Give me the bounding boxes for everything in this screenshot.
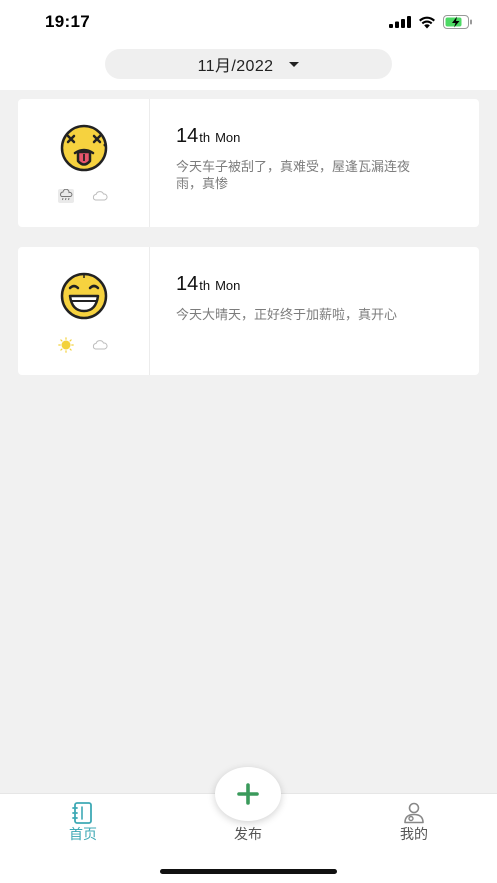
entry-day-suffix: th	[199, 130, 211, 145]
tab-mine[interactable]: 我的	[369, 794, 459, 854]
tab-home-label: 首页	[69, 827, 97, 843]
month-label: 11月/2022	[197, 58, 274, 75]
notebook-icon	[72, 802, 92, 824]
entry-content: 14 th Mon 今天大晴天，正好终于加薪啦，真开心	[176, 247, 479, 375]
entry-mood-panel	[18, 247, 150, 375]
entry-date: 14 th Mon	[176, 125, 240, 148]
grinning-emoji-icon	[60, 272, 108, 320]
entry-day-suffix: th	[199, 278, 211, 293]
entry-weekday: Mon	[215, 130, 241, 145]
publish-button[interactable]	[215, 767, 281, 821]
status-icons	[389, 13, 473, 31]
weather-row	[58, 337, 108, 353]
publish-label: 发布	[234, 827, 262, 843]
plus-icon	[237, 783, 259, 805]
diary-entry-card[interactable]: 14 th Mon 今天大晴天，正好终于加薪啦，真开心	[18, 247, 479, 375]
weather-row	[58, 189, 108, 203]
chevron-down-icon	[289, 61, 300, 67]
diary-entry-card[interactable]: 14 th Mon 今天车子被刮了，真难受，屋逢瓦漏连夜雨，真惨	[18, 99, 479, 227]
entry-content: 14 th Mon 今天车子被刮了，真难受，屋逢瓦漏连夜雨，真惨	[176, 99, 479, 227]
battery-charging-icon	[443, 15, 472, 29]
sun-icon	[58, 337, 74, 353]
entry-date: 14 th Mon	[176, 273, 240, 296]
entry-mood-panel	[18, 99, 150, 227]
home-indicator	[160, 869, 337, 874]
status-bar: 19:17	[0, 0, 497, 44]
entry-text: 今天大晴天，正好终于加薪啦，真开心	[176, 308, 398, 323]
entry-weekday: Mon	[215, 278, 241, 293]
status-time: 19:17	[45, 12, 90, 31]
dizzy-tongue-emoji-icon	[60, 124, 108, 172]
cloud-icon	[92, 340, 108, 350]
entry-day: 14	[176, 273, 199, 295]
person-icon	[404, 802, 424, 824]
entry-text: 今天车子被刮了，真难受，屋逢瓦漏连夜雨，真惨	[176, 160, 411, 192]
entry-day: 14	[176, 125, 199, 147]
month-picker[interactable]: 11月/2022	[105, 49, 392, 79]
signal-icon	[389, 16, 411, 28]
cloud-icon	[92, 191, 108, 201]
tab-mine-label: 我的	[400, 827, 428, 843]
rain-cloud-icon	[58, 189, 74, 203]
tab-home[interactable]: 首页	[38, 794, 128, 854]
wifi-icon	[419, 16, 435, 28]
